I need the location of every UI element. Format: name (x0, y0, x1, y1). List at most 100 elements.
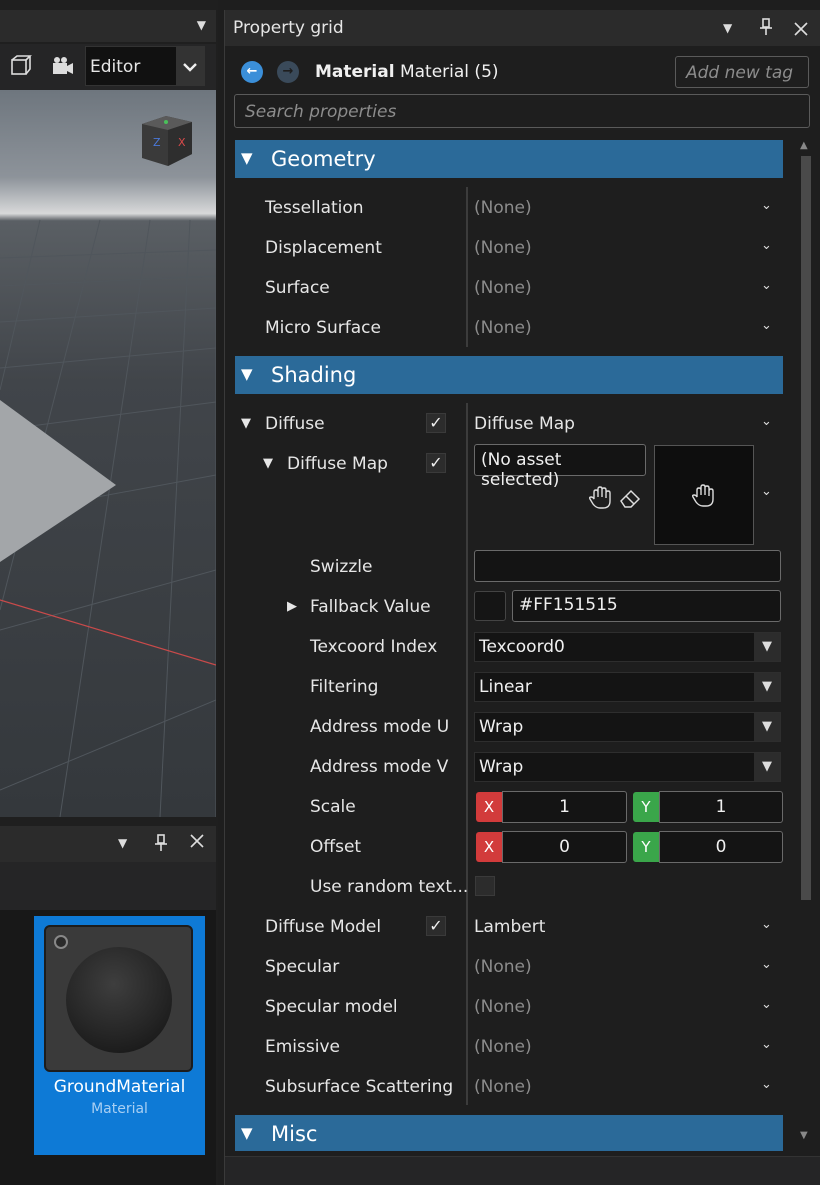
section-misc[interactable]: ▼ Misc (235, 1115, 783, 1151)
expand-triangle-icon[interactable]: ▼ (241, 416, 251, 431)
panel-menu-icon[interactable]: ▼ (723, 21, 732, 35)
hand-pick-icon (692, 484, 714, 507)
property-label: Diffuse (265, 414, 325, 434)
property-value[interactable]: (None) (474, 1037, 532, 1057)
property-label: Address mode U (310, 717, 450, 737)
property-label: Filtering (310, 677, 379, 697)
gizmo-x-label: X (178, 136, 186, 149)
property-value[interactable]: (None) (474, 997, 532, 1017)
color-hex-input[interactable]: #FF151515 (512, 590, 781, 622)
material-thumbnail[interactable] (44, 925, 193, 1072)
texcoord-dropdown[interactable]: Texcoord0 ▼ (474, 632, 781, 662)
asset-status-indicator (54, 935, 68, 949)
gizmo-z-label: Z (153, 136, 161, 149)
pin-icon[interactable] (759, 18, 773, 40)
chevron-down-icon[interactable]: ⌄ (761, 484, 772, 499)
collapse-triangle-icon[interactable]: ▼ (241, 365, 253, 383)
property-value[interactable]: (None) (474, 278, 532, 298)
chevron-down-icon[interactable]: ⌄ (761, 238, 772, 253)
hand-pick-icon[interactable] (588, 486, 611, 514)
property-value[interactable]: (None) (474, 318, 532, 338)
property-label: Address mode V (310, 757, 449, 777)
property-label: Micro Surface (265, 318, 381, 338)
offset-x-input[interactable]: 0 (502, 831, 627, 863)
scrollbar-thumb[interactable] (801, 156, 811, 900)
filtering-dropdown[interactable]: Linear ▼ (474, 672, 781, 702)
scale-y-input[interactable]: 1 (659, 791, 783, 823)
section-title: Shading (271, 363, 357, 387)
asset-picker-field[interactable]: (No asset selected) (474, 444, 646, 490)
chevron-down-icon[interactable]: ⌄ (761, 997, 772, 1012)
property-value[interactable]: (None) (474, 957, 532, 977)
x-axis-badge: X (476, 832, 502, 862)
property-label: Specular model (265, 997, 398, 1017)
chevron-down-icon[interactable]: ⌄ (761, 318, 772, 333)
dropdown-value: Texcoord0 (479, 637, 565, 657)
expand-triangle-icon[interactable]: ▶ (287, 599, 297, 614)
chevron-down-icon[interactable]: ⌄ (761, 957, 772, 972)
offset-y-input[interactable]: 0 (659, 831, 783, 863)
dropdown-value: Wrap (479, 717, 524, 737)
orientation-cube-icon[interactable]: Z X (138, 114, 196, 170)
collapse-triangle-icon[interactable]: ▼ (241, 1124, 253, 1142)
back-arrow-icon[interactable]: ← (241, 61, 263, 83)
chevron-down-icon[interactable] (176, 47, 204, 85)
eraser-icon[interactable] (619, 488, 641, 512)
texture-preview-dropzone[interactable] (654, 445, 754, 545)
diffuse-checkbox[interactable]: ✓ (426, 413, 446, 433)
address-mode-v-dropdown[interactable]: Wrap ▼ (474, 752, 781, 782)
address-mode-u-dropdown[interactable]: Wrap ▼ (474, 712, 781, 742)
chevron-down-icon[interactable]: ⌄ (761, 198, 772, 213)
property-label: Emissive (265, 1037, 340, 1057)
viewport-menu-icon[interactable]: ▼ (197, 18, 206, 32)
pin-icon[interactable] (154, 834, 168, 856)
y-axis-badge: Y (633, 832, 659, 862)
property-value[interactable]: (None) (474, 1077, 532, 1097)
scale-x-input[interactable]: 1 (502, 791, 627, 823)
chevron-down-icon[interactable]: ▼ (754, 633, 780, 661)
diffuse-map-checkbox[interactable]: ✓ (426, 453, 446, 473)
camera-icon[interactable] (50, 54, 76, 80)
search-properties-input[interactable]: Search properties (234, 94, 810, 128)
material-preview-sphere (66, 947, 172, 1053)
section-title: Misc (271, 1122, 318, 1146)
chevron-down-icon[interactable]: ▼ (754, 673, 780, 701)
panel-menu-icon[interactable]: ▼ (118, 836, 127, 850)
column-divider[interactable] (466, 403, 468, 1105)
vertical-scrollbar[interactable]: ▲ ▼ (797, 138, 813, 1144)
property-value[interactable]: (None) (474, 238, 532, 258)
property-value[interactable]: Lambert (474, 917, 545, 937)
bounding-box-icon[interactable] (8, 54, 34, 80)
section-shading[interactable]: ▼ Shading (235, 356, 783, 394)
close-icon[interactable] (190, 834, 204, 852)
chevron-down-icon[interactable]: ⌄ (761, 414, 772, 429)
property-value[interactable]: (None) (474, 198, 532, 218)
scene-viewport[interactable]: Z X (0, 90, 216, 817)
panel-title: Property grid (233, 18, 344, 38)
chevron-down-icon[interactable]: ⌄ (761, 1077, 772, 1092)
viewport-tabbar: ▼ (0, 10, 216, 42)
section-geometry[interactable]: ▼ Geometry (235, 140, 783, 178)
object-name: Material (5) (399, 62, 499, 82)
scroll-up-icon[interactable]: ▲ (800, 140, 808, 151)
chevron-down-icon[interactable]: ▼ (754, 713, 780, 741)
random-texcoord-checkbox[interactable]: ✓ (475, 876, 495, 896)
forward-arrow-icon[interactable]: → (277, 61, 299, 83)
chevron-down-icon[interactable]: ⌄ (761, 917, 772, 932)
close-icon[interactable] (794, 22, 808, 40)
chevron-down-icon[interactable]: ⌄ (761, 1037, 772, 1052)
scroll-down-icon[interactable]: ▼ (800, 1130, 808, 1141)
chevron-down-icon[interactable]: ⌄ (761, 278, 772, 293)
diffuse-model-checkbox[interactable]: ✓ (426, 916, 446, 936)
object-kind: Material (315, 62, 395, 82)
expand-triangle-icon[interactable]: ▼ (263, 456, 273, 471)
property-value[interactable]: Diffuse Map (474, 414, 575, 434)
swizzle-input[interactable] (474, 550, 781, 582)
collapse-triangle-icon[interactable]: ▼ (241, 149, 253, 167)
chevron-down-icon[interactable]: ▼ (754, 753, 780, 781)
column-divider[interactable] (466, 187, 468, 347)
color-swatch[interactable] (474, 591, 506, 621)
viewport-mode-dropdown[interactable]: Editor (85, 46, 205, 86)
property-label: Offset (310, 837, 362, 857)
add-tag-input[interactable]: Add new tag (675, 56, 809, 88)
